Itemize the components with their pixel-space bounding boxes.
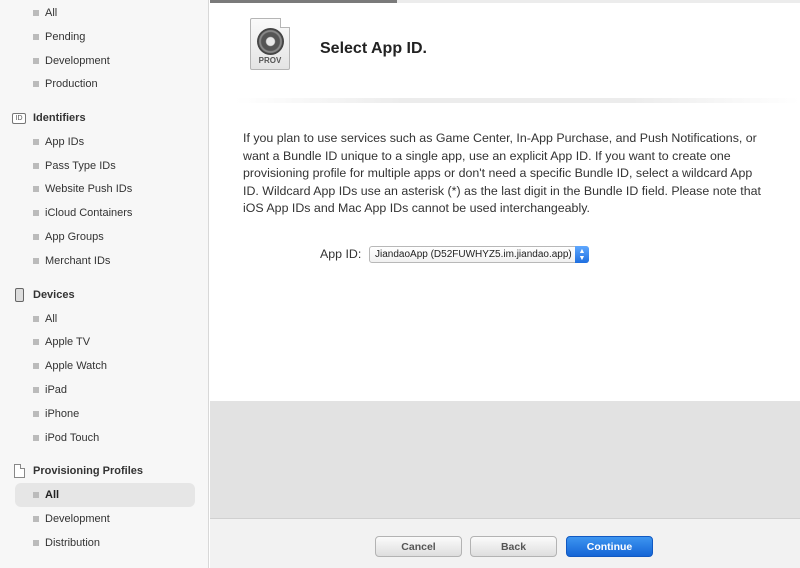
description-text: If you plan to use services such as Game… [243, 131, 761, 215]
content-background [210, 401, 800, 518]
sidebar-item-label: Distribution [45, 537, 101, 549]
sidebar-item-ipad[interactable]: iPad [15, 378, 195, 402]
sidebar-item-label: Production [45, 78, 98, 90]
sidebar-item-label: All [45, 7, 58, 19]
sidebar-item-label: Development [45, 513, 110, 525]
sidebar-item-app-groups[interactable]: App Groups [15, 225, 195, 249]
cancel-button[interactable]: Cancel [375, 536, 462, 557]
id-card-icon: ID [12, 111, 26, 125]
sidebar-item-pass-type-ids[interactable]: Pass Type IDs [15, 154, 195, 178]
sidebar-item-label: Apple Watch [45, 360, 107, 372]
bullet-icon [33, 258, 39, 264]
page-title: Select App ID. [320, 40, 427, 57]
sidebar-item-label: Website Push IDs [45, 183, 133, 195]
sidebar-item-app-ids[interactable]: App IDs [15, 130, 195, 154]
sidebar-item-certificates-production[interactable]: Production [15, 72, 195, 96]
sidebar-item-certificates-development[interactable]: Development [15, 49, 195, 73]
sidebar-item-certificates-pending[interactable]: Pending [15, 25, 195, 49]
section-title: Identifiers [33, 112, 86, 124]
app-id-value: JiandaoApp (D52FUWHYZ5.im.jiandao.app) [375, 249, 572, 260]
sidebar-item-profiles-all[interactable]: All [15, 483, 195, 507]
bullet-icon [33, 339, 39, 345]
bullet-icon [33, 516, 39, 522]
bullet-icon [33, 411, 39, 417]
sidebar-item-iphone[interactable]: iPhone [15, 402, 195, 426]
bullet-icon [33, 363, 39, 369]
device-icon [12, 288, 26, 302]
bullet-icon [33, 163, 39, 169]
bullet-icon [33, 81, 39, 87]
sidebar-item-label: Pending [45, 31, 86, 43]
sidebar-item-apple-watch[interactable]: Apple Watch [15, 354, 195, 378]
sidebar-item-certificates-all[interactable]: All [15, 1, 195, 25]
sidebar-section-identifiers: ID Identifiers [12, 108, 202, 128]
sidebar-item-label: All [45, 489, 60, 501]
app-id-label: App ID: [320, 247, 362, 261]
top-strip-progress [210, 0, 397, 3]
section-title: Devices [33, 289, 75, 301]
bullet-icon [33, 10, 39, 16]
bullet-icon [33, 316, 39, 322]
bullet-icon [33, 387, 39, 393]
sidebar-item-devices-all[interactable]: All [15, 307, 195, 331]
file-label: PROV [258, 56, 282, 65]
sidebar-item-label: Merchant IDs [45, 255, 111, 267]
sidebar: All Pending Development Production ID Id… [0, 0, 209, 568]
bullet-icon [33, 492, 39, 498]
sidebar-item-label: App IDs [45, 136, 85, 148]
bullet-icon [33, 435, 39, 441]
sidebar-item-label: App Groups [45, 231, 104, 243]
sidebar-item-ipod-touch[interactable]: iPod Touch [15, 426, 195, 450]
back-button[interactable]: Back [470, 536, 557, 557]
gear-icon [257, 28, 284, 55]
sidebar-item-apple-tv[interactable]: Apple TV [15, 330, 195, 354]
sidebar-item-label: iPod Touch [45, 432, 100, 444]
sidebar-item-label: Apple TV [45, 336, 91, 348]
divider [235, 98, 800, 103]
bullet-icon [33, 139, 39, 145]
app-id-select[interactable]: JiandaoApp (D52FUWHYZ5.im.jiandao.app) ▲… [369, 246, 589, 263]
section-title: Provisioning Profiles [33, 465, 144, 477]
bullet-icon [33, 540, 39, 546]
provisioning-file-icon: PROV [250, 18, 290, 70]
chevron-up-down-icon: ▲ ▼ [575, 246, 589, 263]
document-icon [12, 464, 26, 478]
sidebar-item-label: Development [45, 55, 110, 67]
sidebar-item-merchant-ids[interactable]: Merchant IDs [15, 249, 195, 273]
bullet-icon [33, 234, 39, 240]
sidebar-item-label: iCloud Containers [45, 207, 133, 219]
sidebar-item-icloud-containers[interactable]: iCloud Containers [15, 201, 195, 225]
sidebar-item-label: Pass Type IDs [45, 160, 116, 172]
bullet-icon [33, 210, 39, 216]
bullet-icon [33, 34, 39, 40]
bullet-icon [33, 58, 39, 64]
sidebar-item-website-push-ids[interactable]: Website Push IDs [15, 177, 195, 201]
sidebar-item-label: iPhone [45, 408, 80, 420]
sidebar-section-devices: Devices [12, 285, 202, 305]
bullet-icon [33, 186, 39, 192]
sidebar-item-label: iPad [45, 384, 68, 396]
sidebar-item-profiles-development[interactable]: Development [15, 507, 195, 531]
sidebar-item-label: All [45, 313, 58, 325]
sidebar-item-profiles-distribution[interactable]: Distribution [15, 531, 195, 555]
continue-button[interactable]: Continue [566, 536, 653, 557]
sidebar-section-provisioning-profiles: Provisioning Profiles [12, 461, 202, 481]
